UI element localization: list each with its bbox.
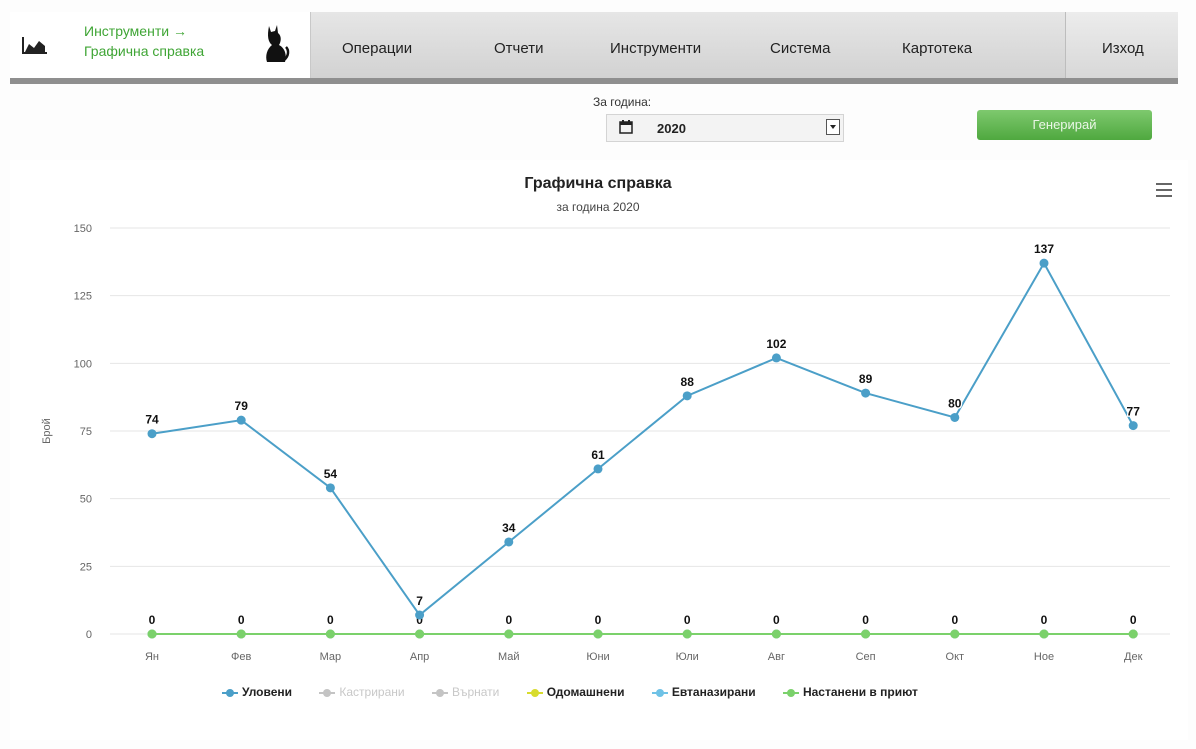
- data-label: 34: [502, 521, 516, 535]
- data-point: [950, 412, 960, 422]
- data-point: [682, 629, 692, 639]
- data-label: 0: [1130, 613, 1137, 627]
- x-tick-label: Окт: [946, 651, 965, 663]
- x-tick-label: Май: [498, 651, 520, 663]
- y-tick-label: 0: [86, 629, 92, 641]
- data-point: [504, 537, 514, 547]
- data-point: [236, 415, 246, 425]
- x-tick-label: Дек: [1124, 651, 1143, 663]
- data-label: 0: [149, 613, 156, 627]
- data-label: 0: [238, 613, 245, 627]
- data-point: [147, 429, 157, 439]
- x-tick-label: Ное: [1034, 651, 1054, 663]
- data-label: 0: [1041, 613, 1048, 627]
- data-label: 102: [766, 337, 786, 351]
- data-point: [861, 388, 871, 398]
- data-point: [950, 629, 960, 639]
- data-point: [771, 629, 781, 639]
- data-point: [593, 464, 603, 474]
- series-line: [151, 261, 1135, 617]
- line-chart: 0 25 50 75 100 125 150 Брой Ян Фев Мар Апр Май Юни Юли…: [41, 223, 1170, 663]
- data-label: 61: [591, 448, 605, 462]
- data-point: [236, 629, 246, 639]
- chart-legend: Уловени Кастрирани Върнати Одомашнени Ев…: [222, 685, 942, 699]
- data-point: [861, 629, 871, 639]
- legend-item-caught[interactable]: Уловени: [222, 685, 292, 699]
- legend-item-sheltered[interactable]: Настанени в приют: [782, 685, 918, 699]
- x-tick-label: Сеп: [856, 651, 876, 663]
- y-tick-label: 50: [80, 494, 92, 506]
- x-tick-label: Ян: [145, 651, 159, 663]
- legend-item-returned[interactable]: Върнати: [431, 685, 499, 699]
- data-label: 74: [145, 413, 159, 427]
- data-point: [1039, 629, 1049, 639]
- data-label: 0: [684, 613, 691, 627]
- data-label: 7: [416, 594, 423, 608]
- x-tick-label: Апр: [410, 651, 429, 663]
- x-tick-label: Авг: [768, 651, 785, 663]
- x-tick-label: Юли: [676, 651, 699, 663]
- data-label: 89: [859, 372, 873, 386]
- data-point: [415, 629, 425, 639]
- chart-subtitle: за година 2020: [556, 200, 640, 214]
- data-point: [147, 629, 157, 639]
- data-point: [682, 391, 692, 401]
- legend-item-neutered[interactable]: Кастрирани: [319, 685, 405, 699]
- data-point: [325, 483, 335, 493]
- data-label: 0: [505, 613, 512, 627]
- y-tick-label: 100: [74, 358, 92, 370]
- data-point: [1128, 421, 1138, 431]
- y-tick-label: 25: [80, 561, 92, 573]
- y-tick-label: 75: [80, 426, 92, 438]
- legend-item-adopted[interactable]: Одомашнени: [526, 685, 624, 699]
- data-point: [593, 629, 603, 639]
- data-label: 54: [324, 467, 338, 481]
- data-label: 77: [1127, 405, 1141, 419]
- x-tick-label: Мар: [320, 651, 342, 663]
- data-point: [504, 629, 514, 639]
- data-point: [1039, 258, 1049, 268]
- chart-menu-icon[interactable]: [1156, 183, 1172, 201]
- data-label: 80: [948, 396, 962, 410]
- x-tick-label: Юни: [586, 651, 609, 663]
- x-tick-label: Фев: [231, 651, 251, 663]
- data-label: 0: [951, 613, 958, 627]
- y-tick-label: 150: [74, 223, 92, 235]
- data-point: [325, 629, 335, 639]
- data-label: 79: [235, 399, 249, 413]
- data-point: [771, 353, 781, 363]
- data-label: 0: [595, 613, 602, 627]
- data-point: [1128, 629, 1138, 639]
- legend-item-euthanized[interactable]: Евтаназирани: [651, 685, 756, 699]
- data-label: 0: [773, 613, 780, 627]
- y-axis-label: Брой: [41, 418, 53, 444]
- data-label: 0: [327, 613, 334, 627]
- chart-title: Графична справка: [524, 175, 672, 192]
- data-label: 137: [1034, 242, 1054, 256]
- data-point: [415, 610, 425, 620]
- y-tick-label: 125: [74, 291, 92, 303]
- data-label: 0: [862, 613, 869, 627]
- data-label: 88: [681, 375, 695, 389]
